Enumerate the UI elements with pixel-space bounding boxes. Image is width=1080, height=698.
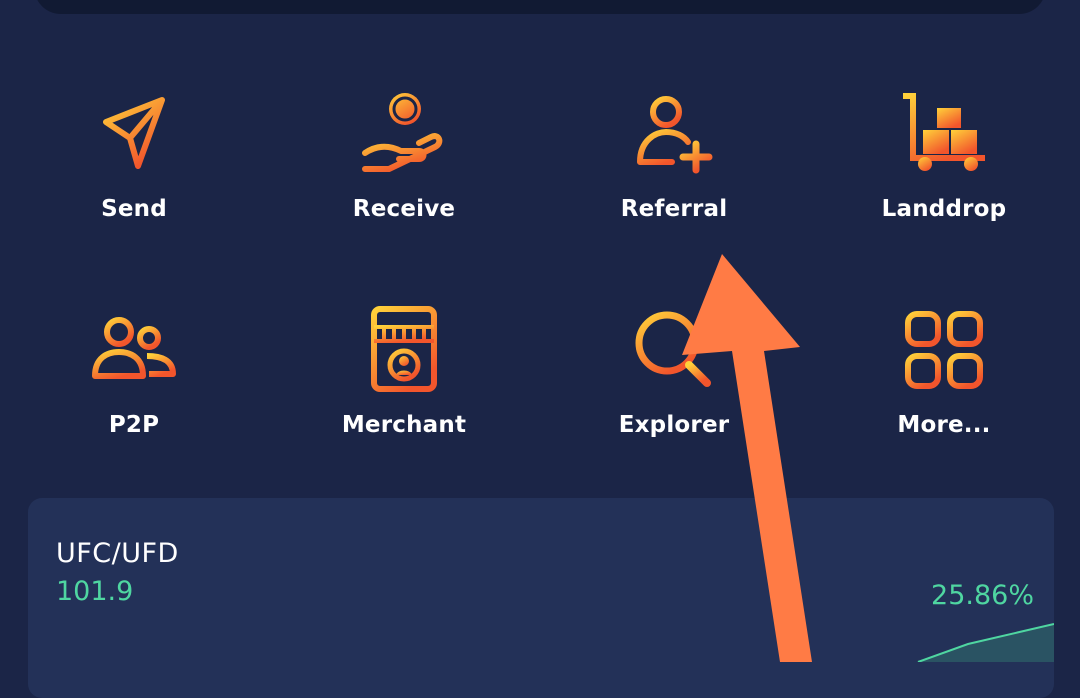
explorer-label: Explorer [618, 412, 730, 438]
p2p-label: P2P [108, 412, 160, 438]
search-icon [624, 300, 724, 400]
ticker-card[interactable]: UFC/UFD 101.9 25.86% [28, 498, 1054, 698]
more-label: More... [897, 412, 991, 438]
merchant-label: Merchant [341, 412, 467, 438]
landdrop-button[interactable]: Landdrop [844, 84, 1044, 254]
send-icon [84, 84, 184, 184]
send-label: Send [101, 196, 167, 222]
merchant-button[interactable]: Merchant [304, 300, 504, 470]
sparkline [917, 623, 1054, 662]
referral-label: Referral [620, 196, 728, 222]
landdrop-label: Landdrop [881, 196, 1007, 222]
send-button[interactable]: Send [34, 84, 234, 254]
explorer-button[interactable]: Explorer [574, 300, 774, 470]
p2p-button[interactable]: P2P [34, 300, 234, 470]
add-user-icon [624, 84, 724, 184]
cart-boxes-icon [894, 84, 994, 184]
receive-button[interactable]: Receive [304, 84, 504, 254]
receive-label: Receive [352, 196, 456, 222]
referral-button[interactable]: Referral [574, 84, 774, 254]
top-search-bar[interactable] [34, 0, 1046, 14]
grid-icon [894, 300, 994, 400]
receive-coin-icon [354, 84, 454, 184]
store-icon [354, 300, 454, 400]
more-button[interactable]: More... [844, 300, 1044, 470]
users-icon [84, 300, 184, 400]
